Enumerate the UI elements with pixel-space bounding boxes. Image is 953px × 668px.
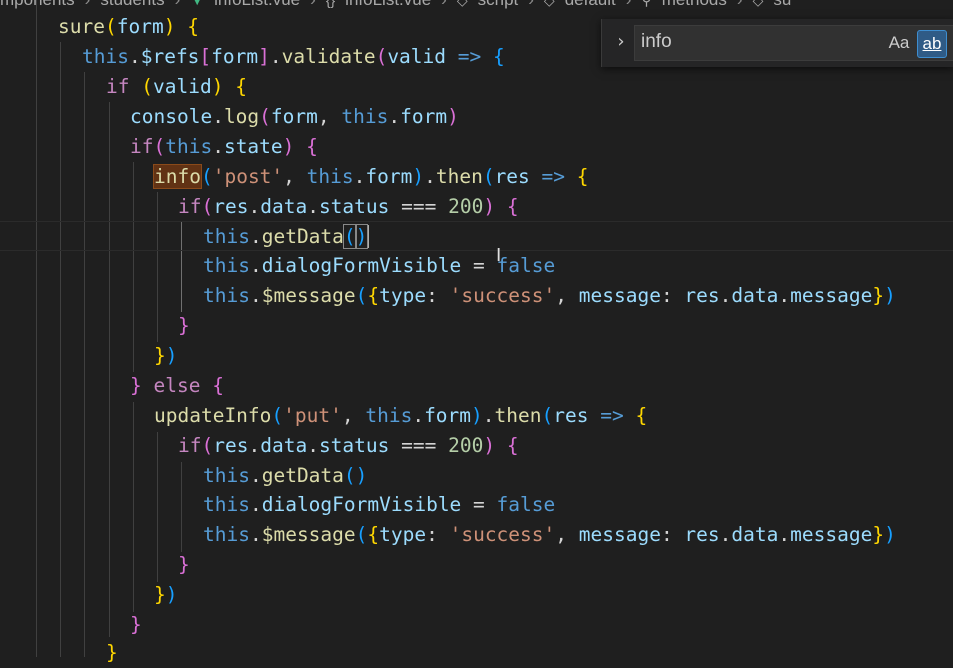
vue-file-icon: ▼	[190, 0, 205, 8]
code-line[interactable]: }	[178, 311, 190, 341]
chevron-right-icon: ›	[85, 0, 91, 12]
wrench-icon: ⚲	[641, 0, 652, 8]
breadcrumb-item[interactable]: students	[100, 0, 164, 12]
chevron-right-icon: ›	[626, 0, 632, 12]
cube-icon: ◇	[456, 0, 468, 8]
whole-word-toggle[interactable]: ab	[917, 30, 947, 58]
indent-guide	[36, 0, 37, 657]
code-line[interactable]: this.dialogFormVisible = false	[203, 490, 555, 520]
find-input[interactable]	[641, 29, 871, 55]
text-cursor-icon: I	[496, 245, 502, 266]
code-line[interactable]: }	[130, 610, 142, 640]
code-line[interactable]: }	[106, 638, 118, 668]
code-editor[interactable]: sure(form) { this.$refs[form].validate(v…	[0, 0, 953, 664]
code-line[interactable]: this.$refs[form].validate(valid => {	[82, 42, 505, 72]
code-line[interactable]: if(this.state) {	[130, 132, 318, 162]
code-line[interactable]: if(res.data.status === 200) {	[178, 192, 519, 222]
indent-guide	[60, 42, 61, 657]
code-line[interactable]: this.getData()	[203, 222, 370, 252]
chevron-right-icon: ›	[441, 0, 447, 12]
code-line[interactable]: })	[154, 580, 178, 610]
indent-guide	[157, 192, 158, 342]
breadcrumb-item[interactable]: su	[773, 0, 791, 12]
code-line[interactable]: }	[178, 550, 190, 580]
code-line[interactable]: this.$message({type: 'success', message:…	[203, 281, 896, 311]
code-line[interactable]: this.getData()	[203, 461, 367, 491]
code-line[interactable]: info('post', this.form).then(res => {	[153, 162, 589, 192]
braces-icon: {}	[325, 0, 336, 8]
code-line[interactable]: })	[154, 341, 178, 371]
breadcrumb-item[interactable]: methods	[662, 0, 727, 12]
breadcrumb: mponents › students › ▼ infoList.vue › {…	[0, 0, 953, 12]
code-line[interactable]: updateInfo('put', this.form).then(res =>…	[154, 401, 647, 431]
indent-guide	[157, 432, 158, 582]
code-line[interactable]: this.dialogFormVisible = false	[203, 251, 555, 281]
find-widget: › Aa ab	[601, 19, 953, 67]
cube-icon: ◇	[752, 0, 764, 8]
cube-icon: ◇	[543, 0, 555, 8]
chevron-right-icon: ›	[310, 0, 316, 12]
code-line[interactable]: this.$message({type: 'success', message:…	[203, 520, 896, 550]
indent-guide	[133, 402, 134, 612]
chevron-right-icon: ›	[737, 0, 743, 12]
chevron-right-icon[interactable]: ›	[610, 31, 632, 53]
breadcrumb-item[interactable]: infoList.vue	[214, 0, 300, 12]
code-line[interactable]: sure(form) {	[58, 12, 199, 42]
breadcrumb-item[interactable]: default	[565, 0, 616, 12]
chevron-right-icon: ›	[175, 0, 181, 12]
breadcrumb-item[interactable]: script	[478, 0, 519, 12]
find-field: Aa ab	[634, 25, 953, 61]
indent-guide	[133, 162, 134, 372]
code-line[interactable]: if(res.data.status === 200) {	[178, 431, 519, 461]
indent-guide	[84, 72, 85, 657]
indent-guide	[181, 462, 182, 552]
code-line[interactable]: } else {	[130, 371, 224, 401]
match-case-toggle[interactable]: Aa	[885, 30, 913, 56]
current-line-highlight	[0, 221, 953, 251]
code-line[interactable]: if (valid) {	[106, 72, 247, 102]
find-match-highlight: info	[153, 164, 202, 189]
chevron-right-icon: ›	[528, 0, 534, 12]
code-line[interactable]: console.log(form, this.form)	[130, 102, 459, 132]
breadcrumb-item[interactable]: mponents	[0, 0, 75, 12]
breadcrumb-item[interactable]: infoList.vue	[345, 0, 431, 12]
indent-guide	[109, 102, 110, 637]
